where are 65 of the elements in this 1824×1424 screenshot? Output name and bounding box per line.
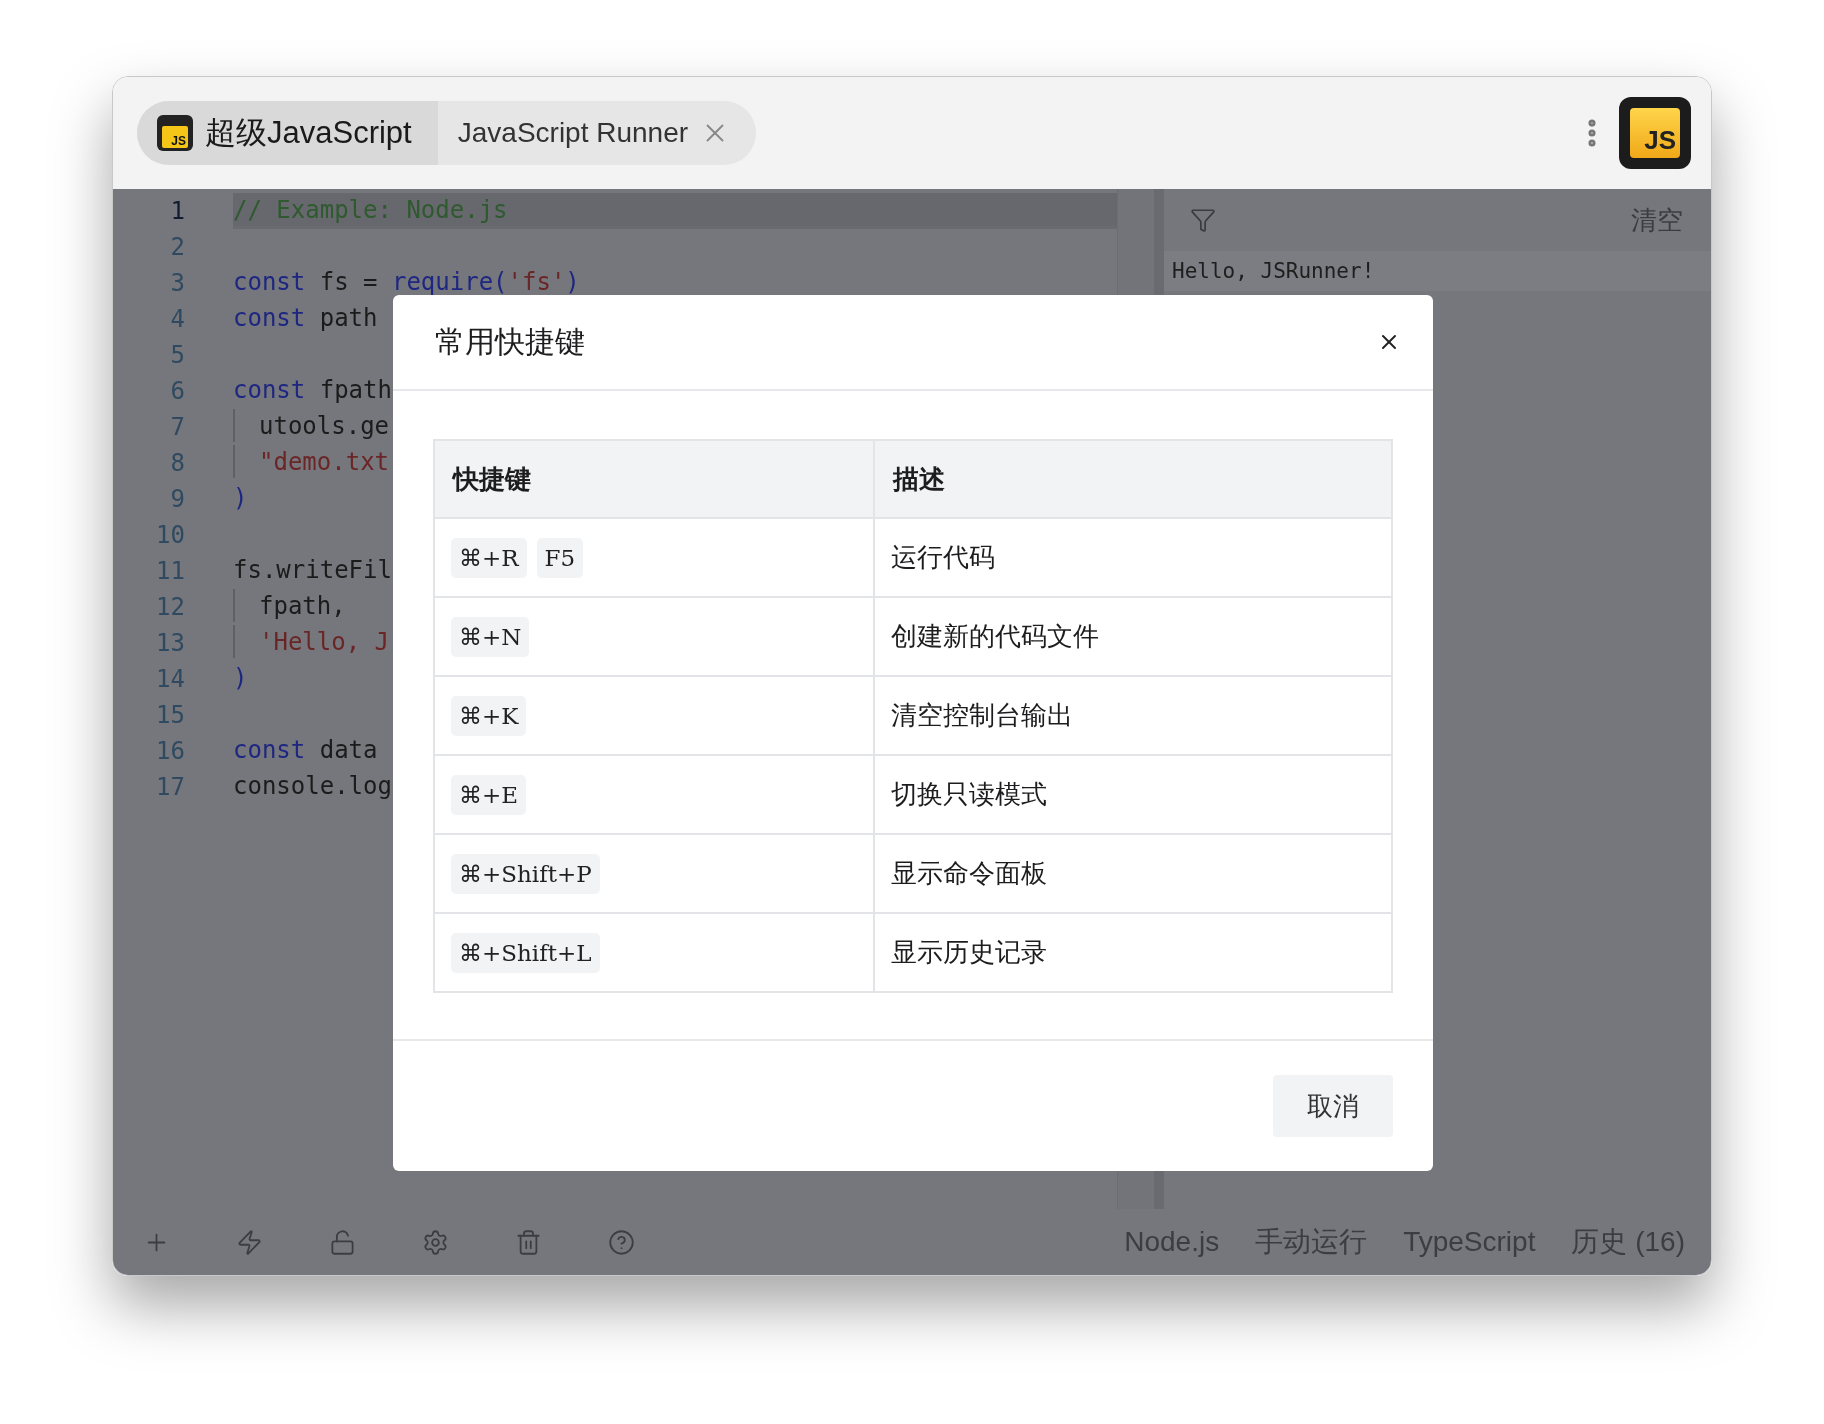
line-number: 2	[169, 233, 185, 261]
line-number: 15	[155, 701, 185, 729]
dialog-title: 常用快捷键	[435, 323, 585, 360]
settings-icon[interactable]	[422, 1228, 449, 1256]
code-line: console.log	[233, 771, 392, 800]
lightning-icon[interactable]	[236, 1228, 263, 1256]
clear-button[interactable]: 清空	[1631, 202, 1683, 238]
tab[interactable]: JS 超级JavaScript	[137, 101, 438, 165]
status-item[interactable]: Node.js	[1124, 1226, 1220, 1258]
key-label: ⌘+E	[451, 774, 527, 815]
key-label: ⌘+N	[451, 616, 530, 657]
help-icon[interactable]	[608, 1228, 635, 1256]
line-number: 3	[169, 269, 185, 297]
code-line: "demo.txt	[259, 447, 390, 476]
shortcut-description: 创建新的代码文件	[891, 620, 1099, 653]
line-number: 14	[155, 665, 185, 693]
cancel-button[interactable]: 取消	[1273, 1075, 1393, 1137]
shortcut-description: 运行代码	[891, 541, 995, 574]
code-line: const path	[233, 303, 378, 332]
line-number: 12	[155, 593, 185, 621]
code-line: const data	[233, 735, 378, 764]
line-number: 5	[169, 341, 185, 369]
code-line: )	[233, 483, 248, 512]
trash-icon[interactable]	[515, 1228, 542, 1256]
line-number: 16	[155, 737, 185, 765]
code-line: fs.writeFil	[233, 555, 392, 584]
line-number: 4	[169, 305, 185, 333]
unlock-icon[interactable]	[329, 1228, 356, 1256]
line-number: 1	[169, 197, 185, 225]
shortcut-description: 显示命令面板	[891, 857, 1047, 890]
shortcut-description: 切换只读模式	[891, 778, 1047, 811]
line-number: 9	[169, 485, 185, 513]
code-line: fpath,	[259, 591, 346, 620]
js-icon: JS	[157, 115, 193, 151]
key-label: ⌘+Shift+L	[451, 932, 600, 973]
line-number: 11	[155, 557, 185, 585]
code-line: )	[233, 663, 248, 692]
code-line: const fs = require('fs')	[233, 267, 580, 296]
line-number: 8	[169, 449, 185, 477]
app-logo: JS	[1619, 97, 1691, 169]
column-header: 快捷键	[435, 441, 875, 519]
column-header: 描述	[875, 441, 1391, 519]
tab-label: JavaScript Runner	[457, 117, 689, 149]
console-output: Hello, JSRunner!	[1164, 251, 1711, 291]
tab-label: 超级JavaScript	[205, 114, 412, 152]
status-item[interactable]: 历史 (16)	[1571, 1223, 1685, 1261]
code-line: 'Hello, J	[259, 627, 390, 656]
key-label: F5	[536, 537, 584, 578]
shortcut-description: 清空控制台输出	[891, 699, 1073, 732]
shortcut-description: 显示历史记录	[891, 936, 1047, 969]
status-item[interactable]: TypeScript	[1403, 1226, 1536, 1258]
line-number: 10	[155, 521, 185, 549]
status-item[interactable]: 手动运行	[1255, 1223, 1368, 1261]
code-line: const fpath	[233, 375, 392, 404]
key-label: ⌘+Shift+P	[451, 853, 600, 894]
code-line: utools.ge	[259, 411, 390, 440]
line-number: 6	[169, 377, 185, 405]
code-line: // Example: Node.js	[233, 195, 508, 224]
line-number: 17	[155, 773, 185, 801]
tab[interactable]: JavaScript Runner	[437, 101, 757, 165]
line-number: 13	[155, 629, 185, 657]
key-label: ⌘+K	[451, 695, 527, 736]
line-number: 7	[169, 413, 185, 441]
key-label: ⌘+R	[451, 537, 527, 578]
filter-icon[interactable]	[1190, 207, 1216, 233]
